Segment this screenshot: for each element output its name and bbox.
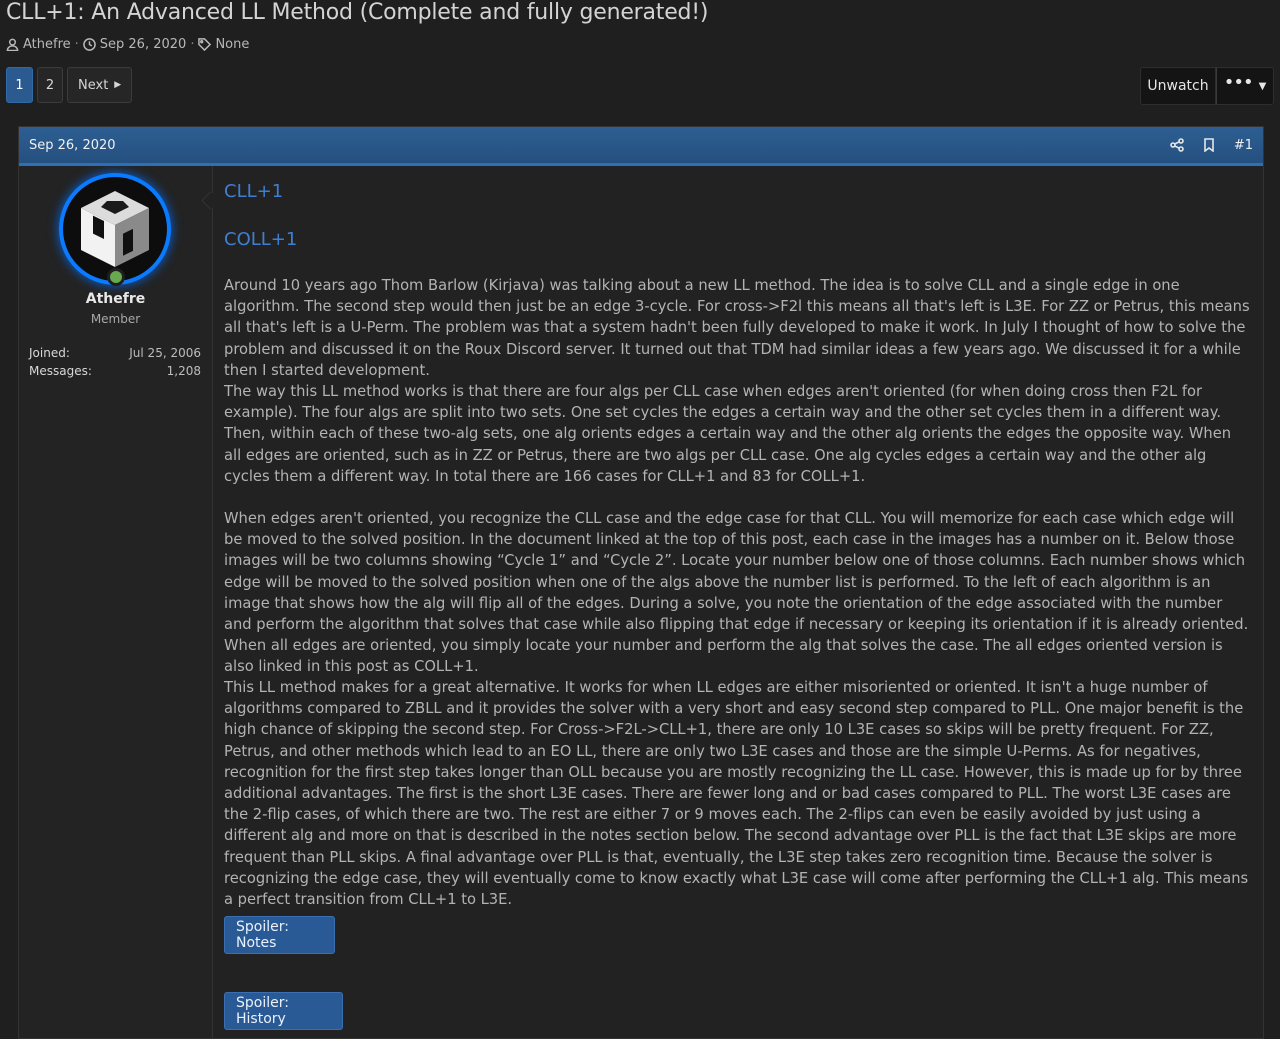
more-options-button[interactable]: ••• ▼ [1216,67,1274,105]
paragraph: This LL method makes for a great alterna… [224,679,1249,909]
clock-icon [82,38,96,51]
user-icon [6,38,19,51]
cube-logo-icon [81,191,149,267]
thread-author[interactable]: Athefre [23,37,71,52]
username[interactable]: Athefre [19,291,212,307]
share-icon[interactable] [1170,138,1184,152]
paragraph: When edges aren't oriented, you recogniz… [224,510,1249,676]
ellipsis-icon: ••• [1223,72,1254,93]
post-date[interactable]: Sep 26, 2020 [29,138,116,153]
stat-joined: Joined: Jul 25, 2006 [29,344,201,362]
post-tools: #1 [1170,138,1253,153]
paragraph: Around 10 years ago Thom Barlow (Kirjava… [224,277,1250,379]
post-header: Sep 26, 2020 #1 [19,127,1263,166]
spoiler-notes-button[interactable]: Spoiler: Notes [224,916,335,954]
meta-separator: · [74,37,79,52]
joined-label: Joined: [29,346,70,360]
post: Sep 26, 2020 #1 Athefre Member Joined: J… [18,126,1264,1039]
messages-value[interactable]: 1,208 [167,362,201,380]
user-stats: Joined: Jul 25, 2006 Messages: 1,208 [29,344,201,380]
chevron-down-icon: ▼ [1258,80,1267,92]
meta-separator: · [190,37,195,52]
next-page-button[interactable]: Next ▶ [67,67,133,103]
thread-tags: None [215,37,250,52]
thread-date[interactable]: Sep 26, 2020 [100,37,187,52]
cll1-link[interactable]: CLL+1 [224,181,283,202]
next-label: Next [78,77,109,93]
spoiler-history-button[interactable]: Spoiler: History [224,992,343,1030]
thread-meta: Athefre · Sep 26, 2020 · None [6,37,249,52]
unwatch-button[interactable]: Unwatch [1140,67,1216,105]
online-status-icon [107,268,125,286]
user-info: Athefre Member Joined: Jul 25, 2006 Mess… [19,166,213,1038]
thread-title: CLL+1: An Advanced LL Method (Complete a… [6,0,709,25]
messages-label: Messages: [29,364,92,378]
page-2-button[interactable]: 2 [37,67,63,103]
chevron-right-icon: ▶ [114,80,122,90]
page-1-button[interactable]: 1 [6,67,33,103]
pagination: 1 2 Next ▶ [6,67,133,103]
joined-value: Jul 25, 2006 [129,346,201,360]
tag-icon [198,38,212,51]
thread-actions: Unwatch ••• ▼ [1140,67,1274,105]
bookmark-icon[interactable] [1202,138,1216,152]
paragraph: The way this LL method works is that the… [224,383,1232,485]
avatar[interactable] [63,177,167,281]
stat-messages: Messages: 1,208 [29,362,201,380]
post-number[interactable]: #1 [1234,138,1253,153]
user-title: Member [90,312,141,326]
coll1-link[interactable]: COLL+1 [224,229,297,250]
